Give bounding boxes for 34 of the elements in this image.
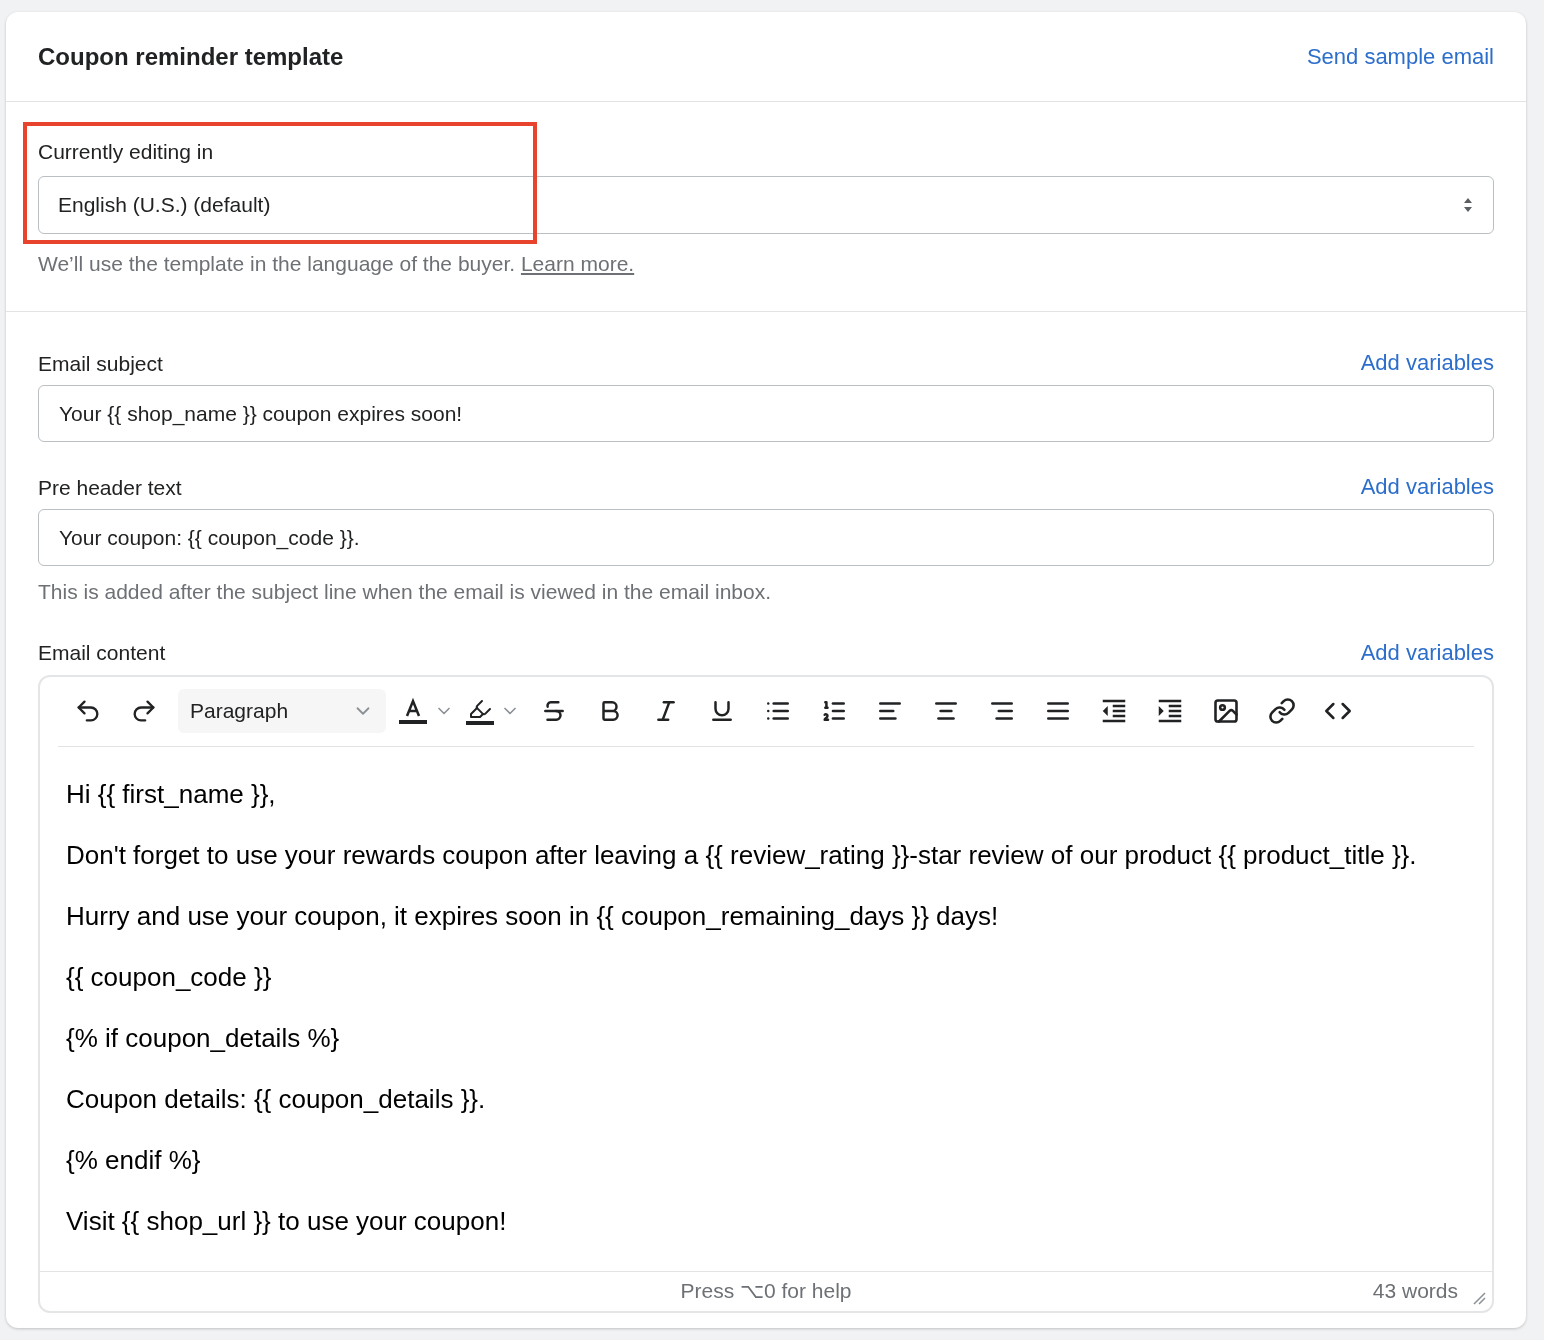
email-paragraph: {% if coupon_details %} [66,1021,341,1055]
help-hint: Press ⌥0 for help [680,1278,852,1305]
email-paragraph: {{ coupon_code }} [66,960,273,994]
text-color-icon [398,696,428,726]
text-input[interactable]: Your coupon: {{ coupon_code }}. [38,509,1494,566]
add-variables-link[interactable]: Add variables [1360,470,1494,503]
field-label: Currently editing in [38,139,215,165]
link-icon [1268,697,1296,725]
card-title: Coupon reminder template [38,41,344,72]
numbered-list-icon [821,698,847,724]
email-paragraph: Visit {{ shop_url }} to use your coupon! [66,1204,508,1238]
block-format-dropdown[interactable]: Paragraph [178,689,386,733]
strikethrough-icon [541,698,567,724]
field-label: Email subject [38,350,163,377]
email-paragraph: {% endif %} [66,1143,202,1177]
email-paragraph: Coupon details: {{ coupon_details }}. [66,1082,487,1116]
word-count: 43 words [1372,1278,1458,1305]
image-icon [1212,697,1240,725]
add-variables-link[interactable]: Add variables [1360,635,1494,669]
field-label: Pre header text [38,474,182,501]
underline-icon [709,698,735,724]
learn-more-link[interactable]: Learn more. [520,251,635,275]
text-input[interactable]: Your {{ shop_name }} coupon expires soon! [38,385,1494,442]
add-variables-link[interactable]: Add variables [1360,346,1494,379]
send-sample-email-link[interactable]: Send sample email [1306,40,1494,73]
email-paragraph: Hurry and use your coupon, it expires soon in {{ coupon_remaining_days }} days! [66,899,1000,933]
resize-handle-icon[interactable] [1472,1290,1486,1305]
help-text: This is added after the subject line when the email is viewed in the email inbox. [38,579,773,605]
highlighter-icon [468,697,492,721]
field-label: Email content [38,640,166,666]
email-paragraph: Don't forget to use your rewards coupon after leaving a {{ review_rating }}-star review of our product {{ product_title }}. [66,838,1418,872]
email-paragraph: Hi {{ first_name }}, [66,777,277,811]
language-select[interactable]: English (U.S.) (default) [38,175,1494,234]
help-text: We’ll use the template in the language of the buyer. Learn more. [38,250,636,277]
